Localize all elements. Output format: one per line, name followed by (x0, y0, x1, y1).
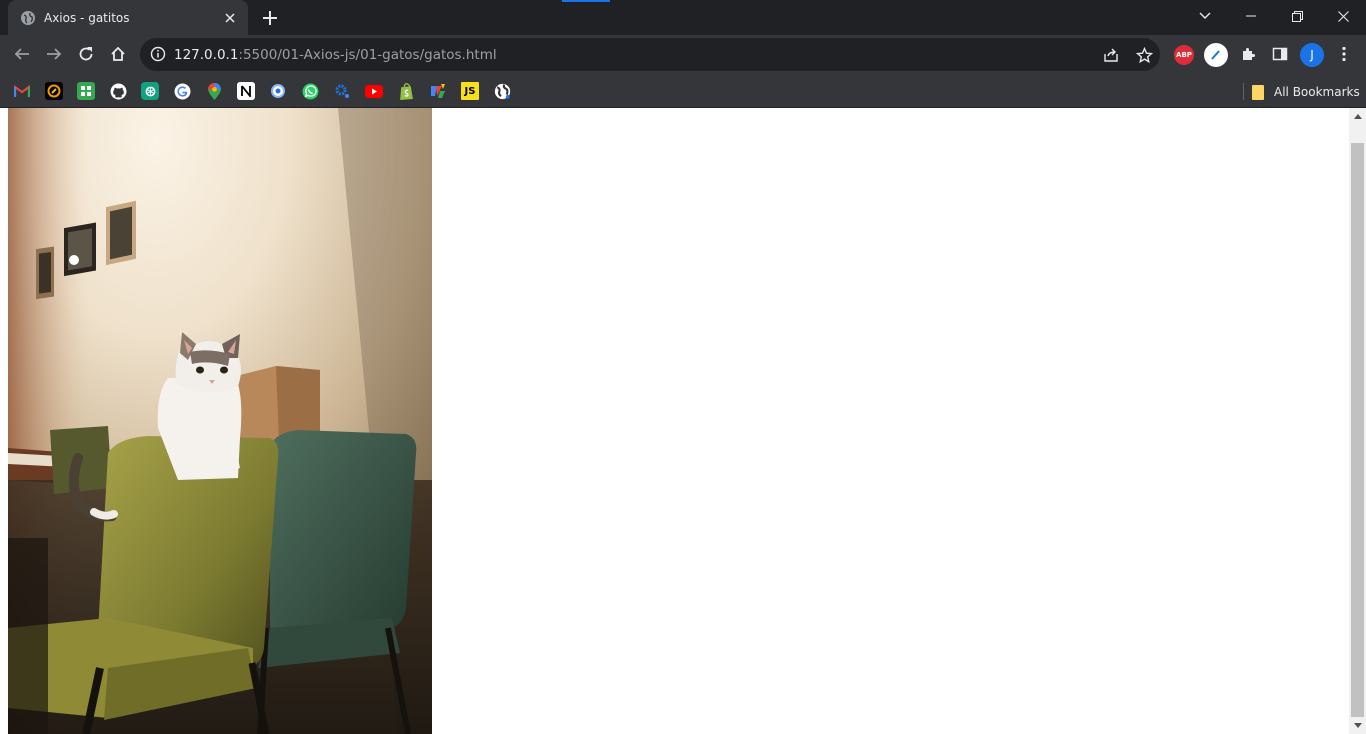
youtube-icon[interactable] (365, 82, 383, 100)
tab-title: Axios - gatitos (44, 10, 130, 25)
target-icon[interactable] (269, 82, 287, 100)
all-bookmarks-button[interactable]: All Bookmarks (1252, 81, 1360, 103)
url-text: 127.0.0.1:5500/01-Axios-js/01-gatos/gato… (174, 47, 497, 63)
globe-dark-icon[interactable] (493, 82, 511, 100)
github-icon[interactable] (109, 82, 127, 100)
window-controls (1228, 0, 1366, 32)
star-icon[interactable] (1133, 44, 1155, 66)
globe-icon (20, 10, 36, 26)
maps-icon[interactable] (205, 82, 223, 100)
close-tab-icon[interactable] (222, 10, 238, 26)
close-window-button[interactable] (1320, 0, 1366, 32)
cat-on-chair-photo (8, 108, 432, 734)
shopify-icon[interactable] (397, 82, 415, 100)
pen-extension-icon[interactable] (1204, 43, 1228, 67)
share-icon[interactable] (1100, 44, 1122, 66)
google-icon[interactable] (173, 82, 191, 100)
url-path: :5500/01-Axios-js/01-gatos/gatos.html (238, 47, 497, 63)
profile-avatar[interactable]: J (1300, 43, 1324, 67)
tab-strip: Axios - gatitos (0, 0, 1366, 35)
gmail-icon[interactable] (13, 82, 31, 100)
address-bar[interactable]: 127.0.0.1:5500/01-Axios-js/01-gatos/gato… (140, 38, 1160, 71)
tab-search-button[interactable] (1192, 4, 1218, 28)
minimize-button[interactable] (1228, 0, 1274, 32)
bookmarks-separator (1243, 83, 1244, 100)
whatsapp-icon[interactable] (301, 82, 319, 100)
all-bookmarks-label: All Bookmarks (1274, 85, 1360, 99)
extensions-puzzle-icon[interactable] (1233, 39, 1263, 69)
green-grid-icon[interactable] (77, 82, 95, 100)
restore-button[interactable] (1274, 0, 1320, 32)
notion-icon[interactable] (237, 82, 255, 100)
extension-icon[interactable] (45, 82, 63, 100)
page-viewport (0, 108, 1366, 734)
bookmarks-bar: JS All Bookmarks (0, 75, 1366, 108)
scroll-down-arrow-icon[interactable] (1349, 717, 1366, 734)
url-host: 127.0.0.1 (174, 47, 239, 63)
js-icon[interactable]: JS (461, 82, 479, 100)
adblock-icon[interactable]: ABP (1174, 45, 1194, 65)
tab-strip-indicator (562, 0, 610, 2)
reload-button[interactable] (71, 39, 101, 69)
tab-active[interactable]: Axios - gatitos (8, 0, 248, 35)
menu-kebab-icon[interactable] (1329, 39, 1359, 69)
side-panel-icon[interactable] (1265, 39, 1295, 69)
site-info-icon[interactable] (148, 44, 168, 64)
scroll-up-arrow-icon[interactable] (1349, 108, 1366, 125)
back-button[interactable] (7, 39, 37, 69)
forward-button[interactable] (39, 39, 69, 69)
folder-icon (1252, 84, 1264, 100)
chatgpt-icon[interactable] (141, 82, 159, 100)
new-tab-button[interactable] (258, 6, 282, 30)
settings-icon[interactable] (333, 82, 351, 100)
home-button[interactable] (103, 39, 133, 69)
page-scrollbar[interactable] (1349, 108, 1366, 734)
scrollbar-thumb[interactable] (1351, 143, 1364, 717)
browser-toolbar: 127.0.0.1:5500/01-Axios-js/01-gatos/gato… (0, 35, 1366, 75)
colorful-icon[interactable] (429, 82, 447, 100)
